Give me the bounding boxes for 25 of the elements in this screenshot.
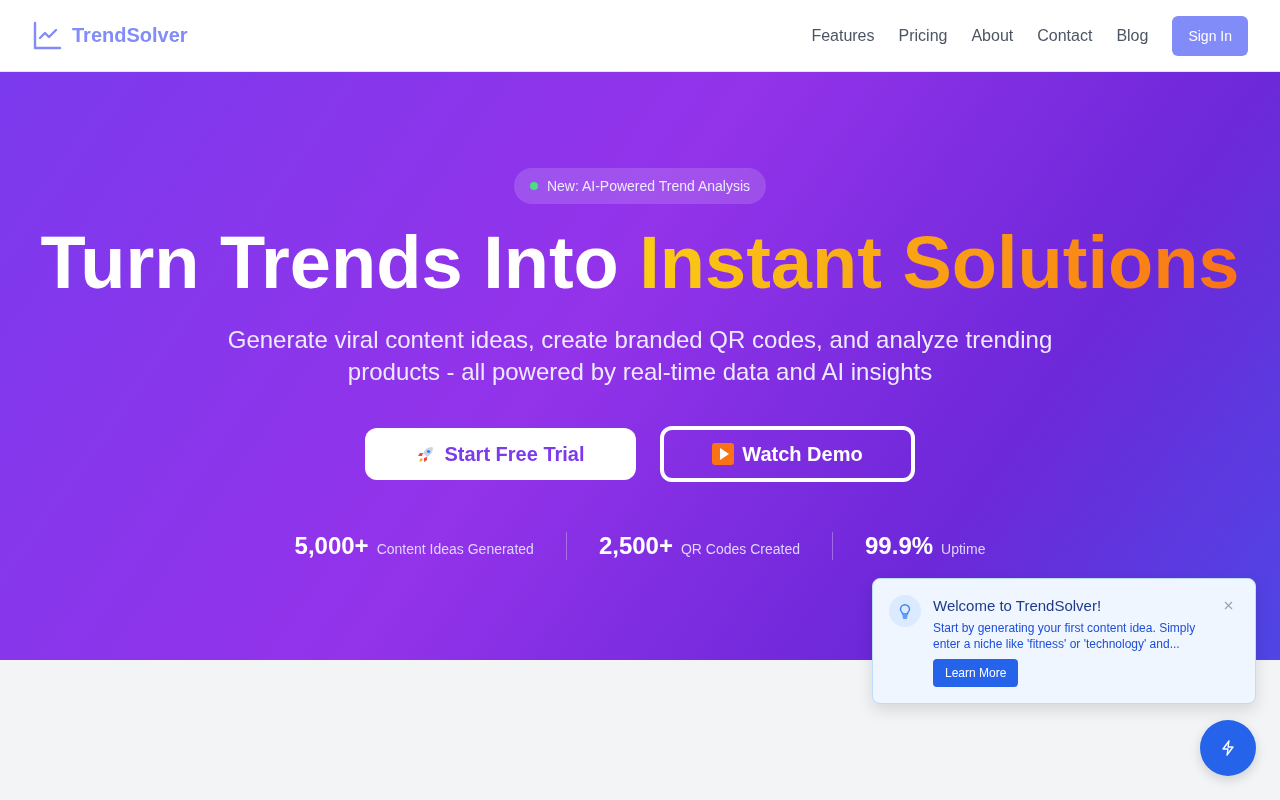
chart-line-icon (32, 20, 62, 51)
stat-value: 99.9% (865, 532, 934, 560)
nav-link[interactable]: About (971, 26, 1014, 45)
status-dot (529, 182, 538, 190)
hero-title: Turn Trends Into (40, 221, 619, 304)
badge-text: New: AI-Powered Trend Analysis (546, 178, 751, 194)
quick-action-button[interactable] (1200, 720, 1256, 776)
stat-label: QR Codes Created (680, 541, 800, 557)
stat-label: Uptime (941, 541, 986, 557)
nav-link[interactable]: Features (811, 26, 875, 45)
learn-more-button[interactable]: Learn More (933, 659, 1019, 687)
start-trial-button[interactable]: Start Free Trial (365, 428, 636, 480)
nav-link[interactable]: Pricing (898, 26, 948, 45)
nav-link[interactable]: Contact (1037, 26, 1093, 45)
lightning-icon (1220, 740, 1236, 756)
stat-label: Content Ideas Generated (376, 541, 534, 557)
play-icon (712, 443, 735, 465)
stat-value: 2,500+ (598, 532, 673, 560)
lightbulb-icon (889, 595, 921, 627)
stat-value: 5,000+ (294, 532, 369, 560)
hero-subtitle: Generate viral content ideas, create branded QR codes, and analyze trending products - all powered by real-time data and AI insights (226, 325, 1054, 387)
watch-demo-button[interactable]: Watch Demo (660, 426, 915, 482)
toast-title: Welcome to TrendSolver! (933, 597, 1103, 614)
toast-message: Start by generating your first content idea. Simply enter a niche like 'fitness' or 'technology' and... (933, 620, 1197, 652)
nav-link[interactable]: Blog (1116, 26, 1149, 45)
